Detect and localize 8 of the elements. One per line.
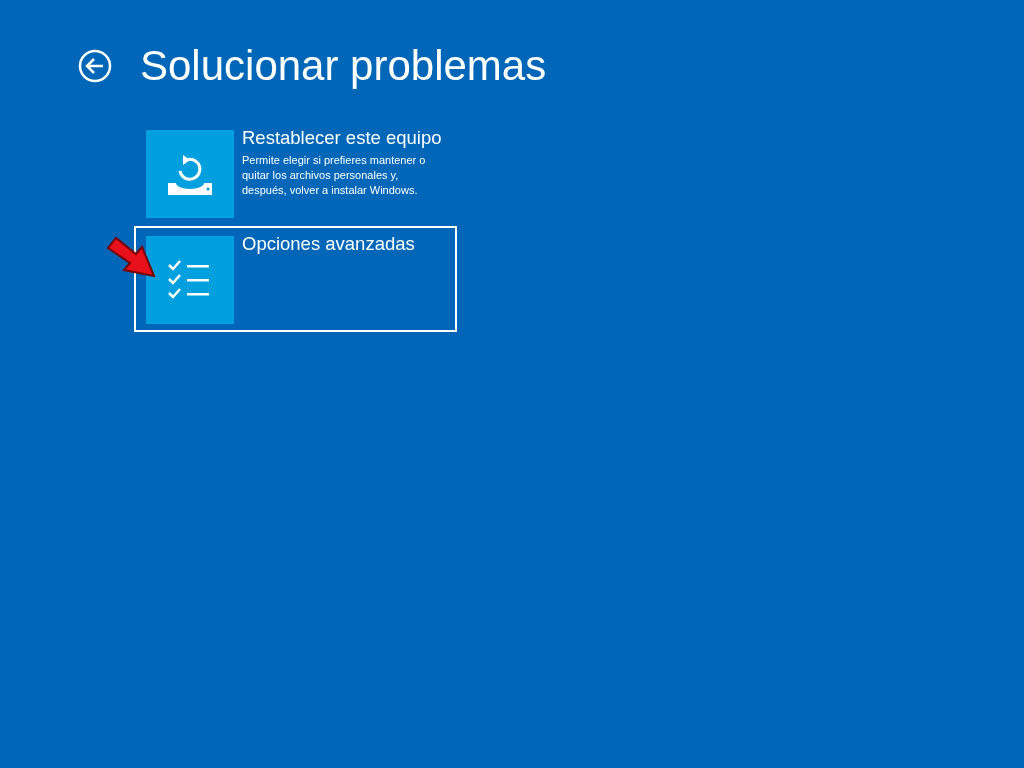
option-title: Opciones avanzadas	[242, 232, 416, 256]
option-title: Restablecer este equipo	[242, 126, 443, 150]
option-description: Permite elegir si prefieres mantener o quitar los archivos personales y, después, volver a instalar Windows.	[242, 153, 427, 198]
option-tile[interactable]: Restablecer este equipo Permite elegir si prefieres mantener o quitar los archivos personales y, después, volver a instalar Windows.	[134, 120, 457, 226]
option-tile[interactable]: Opciones avanzadas	[134, 226, 457, 332]
back-icon[interactable]	[78, 49, 112, 83]
page-title: Solucionar problemas	[140, 42, 547, 90]
pointer-arrow-icon	[106, 236, 158, 280]
